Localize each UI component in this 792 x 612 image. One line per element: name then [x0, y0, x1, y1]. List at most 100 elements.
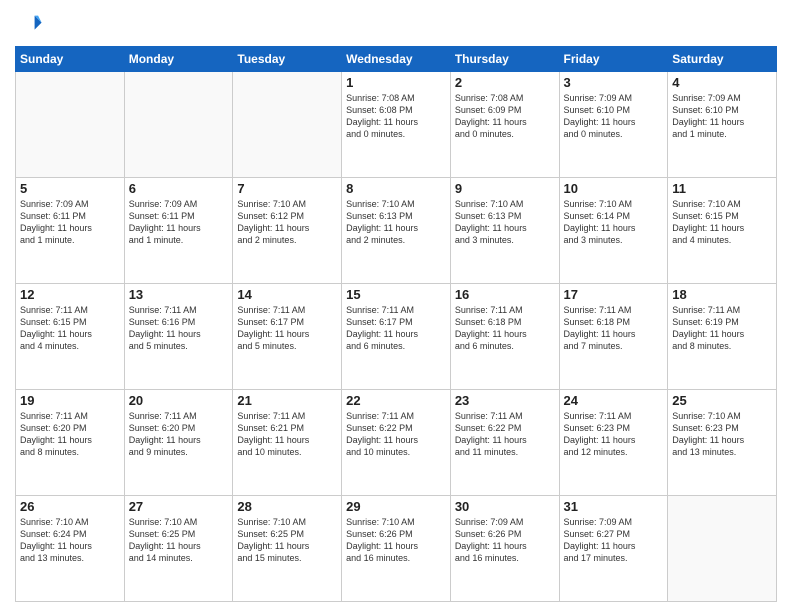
day-cell: 17 Sunrise: 7:11 AM Sunset: 6:18 PM Dayli…	[559, 284, 668, 390]
header	[15, 10, 777, 38]
day-header-thursday: Thursday	[450, 47, 559, 72]
day-cell: 6 Sunrise: 7:09 AM Sunset: 6:11 PM Daylig…	[124, 178, 233, 284]
day-number: 1	[346, 75, 446, 90]
day-number: 30	[455, 499, 555, 514]
day-info: Sunrise: 7:11 AM Sunset: 6:15 PM Dayligh…	[20, 304, 120, 353]
day-header-saturday: Saturday	[668, 47, 777, 72]
calendar-header-row: SundayMondayTuesdayWednesdayThursdayFrid…	[16, 47, 777, 72]
day-cell: 12 Sunrise: 7:11 AM Sunset: 6:15 PM Dayli…	[16, 284, 125, 390]
day-info: Sunrise: 7:11 AM Sunset: 6:20 PM Dayligh…	[129, 410, 229, 459]
day-info: Sunrise: 7:11 AM Sunset: 6:20 PM Dayligh…	[20, 410, 120, 459]
day-number: 19	[20, 393, 120, 408]
day-info: Sunrise: 7:11 AM Sunset: 6:22 PM Dayligh…	[455, 410, 555, 459]
calendar-table: SundayMondayTuesdayWednesdayThursdayFrid…	[15, 46, 777, 602]
day-number: 7	[237, 181, 337, 196]
day-cell	[124, 72, 233, 178]
day-number: 6	[129, 181, 229, 196]
day-cell: 23Sunrise: 7:11 AM Sunset: 6:22 PM Dayli…	[450, 390, 559, 496]
day-number: 12	[20, 287, 120, 302]
day-number: 18	[672, 287, 772, 302]
day-number: 5	[20, 181, 120, 196]
day-info: Sunrise: 7:11 AM Sunset: 6:18 PM Dayligh…	[564, 304, 664, 353]
day-cell: 24 Sunrise: 7:11 AM Sunset: 6:23 PM Dayli…	[559, 390, 668, 496]
day-cell: 15 Sunrise: 7:11 AM Sunset: 6:17 PM Dayli…	[342, 284, 451, 390]
day-header-tuesday: Tuesday	[233, 47, 342, 72]
day-info: Sunrise: 7:11 AM Sunset: 6:17 PM Dayligh…	[346, 304, 446, 353]
day-cell: 8 Sunrise: 7:10 AM Sunset: 6:13 PM Daylig…	[342, 178, 451, 284]
day-info: Sunrise: 7:09 AM Sunset: 6:11 PM Dayligh…	[20, 198, 120, 247]
day-info: Sunrise: 7:10 AM Sunset: 6:13 PM Dayligh…	[455, 198, 555, 247]
day-cell: 16 Sunrise: 7:11 AM Sunset: 6:18 PM Dayli…	[450, 284, 559, 390]
day-cell: 1Sunrise: 7:08 AM Sunset: 6:08 PM Daylig…	[342, 72, 451, 178]
day-number: 29	[346, 499, 446, 514]
day-number: 3	[564, 75, 664, 90]
day-info: Sunrise: 7:10 AM Sunset: 6:14 PM Dayligh…	[564, 198, 664, 247]
day-cell: 19 Sunrise: 7:11 AM Sunset: 6:20 PM Dayli…	[16, 390, 125, 496]
day-info: Sunrise: 7:11 AM Sunset: 6:23 PM Dayligh…	[564, 410, 664, 459]
day-number: 27	[129, 499, 229, 514]
day-info: Sunrise: 7:09 AM Sunset: 6:26 PM Dayligh…	[455, 516, 555, 565]
day-cell: 25 Sunrise: 7:10 AM Sunset: 6:23 PM Dayli…	[668, 390, 777, 496]
week-row-2: 12 Sunrise: 7:11 AM Sunset: 6:15 PM Dayli…	[16, 284, 777, 390]
day-number: 25	[672, 393, 772, 408]
day-info: Sunrise: 7:10 AM Sunset: 6:25 PM Dayligh…	[237, 516, 337, 565]
day-info: Sunrise: 7:08 AM Sunset: 6:09 PM Dayligh…	[455, 92, 555, 141]
day-number: 22	[346, 393, 446, 408]
day-info: Sunrise: 7:09 AM Sunset: 6:27 PM Dayligh…	[564, 516, 664, 565]
day-info: Sunrise: 7:10 AM Sunset: 6:25 PM Dayligh…	[129, 516, 229, 565]
day-number: 14	[237, 287, 337, 302]
day-cell: 5 Sunrise: 7:09 AM Sunset: 6:11 PM Daylig…	[16, 178, 125, 284]
day-header-friday: Friday	[559, 47, 668, 72]
day-cell: 20 Sunrise: 7:11 AM Sunset: 6:20 PM Dayli…	[124, 390, 233, 496]
day-cell: 14Sunrise: 7:11 AM Sunset: 6:17 PM Dayli…	[233, 284, 342, 390]
day-header-sunday: Sunday	[16, 47, 125, 72]
day-number: 2	[455, 75, 555, 90]
day-cell: 26 Sunrise: 7:10 AM Sunset: 6:24 PM Dayli…	[16, 496, 125, 602]
day-info: Sunrise: 7:10 AM Sunset: 6:24 PM Dayligh…	[20, 516, 120, 565]
day-number: 24	[564, 393, 664, 408]
day-cell: 2 Sunrise: 7:08 AM Sunset: 6:09 PM Daylig…	[450, 72, 559, 178]
day-number: 13	[129, 287, 229, 302]
day-number: 11	[672, 181, 772, 196]
day-info: Sunrise: 7:10 AM Sunset: 6:23 PM Dayligh…	[672, 410, 772, 459]
day-info: Sunrise: 7:11 AM Sunset: 6:16 PM Dayligh…	[129, 304, 229, 353]
day-header-monday: Monday	[124, 47, 233, 72]
day-cell: 27 Sunrise: 7:10 AM Sunset: 6:25 PM Dayli…	[124, 496, 233, 602]
day-info: Sunrise: 7:09 AM Sunset: 6:11 PM Dayligh…	[129, 198, 229, 247]
day-cell: 4Sunrise: 7:09 AM Sunset: 6:10 PM Daylig…	[668, 72, 777, 178]
day-info: Sunrise: 7:09 AM Sunset: 6:10 PM Dayligh…	[564, 92, 664, 141]
week-row-4: 26 Sunrise: 7:10 AM Sunset: 6:24 PM Dayli…	[16, 496, 777, 602]
day-header-wednesday: Wednesday	[342, 47, 451, 72]
day-info: Sunrise: 7:11 AM Sunset: 6:19 PM Dayligh…	[672, 304, 772, 353]
day-info: Sunrise: 7:11 AM Sunset: 6:21 PM Dayligh…	[237, 410, 337, 459]
day-cell: 10Sunrise: 7:10 AM Sunset: 6:14 PM Dayli…	[559, 178, 668, 284]
day-number: 17	[564, 287, 664, 302]
day-cell: 29 Sunrise: 7:10 AM Sunset: 6:26 PM Dayli…	[342, 496, 451, 602]
day-info: Sunrise: 7:11 AM Sunset: 6:18 PM Dayligh…	[455, 304, 555, 353]
day-number: 21	[237, 393, 337, 408]
day-number: 31	[564, 499, 664, 514]
day-number: 16	[455, 287, 555, 302]
page: SundayMondayTuesdayWednesdayThursdayFrid…	[0, 0, 792, 612]
day-number: 8	[346, 181, 446, 196]
logo-icon	[15, 10, 43, 38]
day-cell: 31 Sunrise: 7:09 AM Sunset: 6:27 PM Dayli…	[559, 496, 668, 602]
day-cell: 28Sunrise: 7:10 AM Sunset: 6:25 PM Dayli…	[233, 496, 342, 602]
day-number: 26	[20, 499, 120, 514]
day-number: 4	[672, 75, 772, 90]
logo	[15, 10, 47, 38]
day-number: 20	[129, 393, 229, 408]
day-cell: 21 Sunrise: 7:11 AM Sunset: 6:21 PM Dayli…	[233, 390, 342, 496]
day-cell: 3 Sunrise: 7:09 AM Sunset: 6:10 PM Daylig…	[559, 72, 668, 178]
day-cell: 13 Sunrise: 7:11 AM Sunset: 6:16 PM Dayli…	[124, 284, 233, 390]
week-row-3: 19 Sunrise: 7:11 AM Sunset: 6:20 PM Dayli…	[16, 390, 777, 496]
day-info: Sunrise: 7:10 AM Sunset: 6:15 PM Dayligh…	[672, 198, 772, 247]
day-cell: 18 Sunrise: 7:11 AM Sunset: 6:19 PM Dayli…	[668, 284, 777, 390]
day-number: 9	[455, 181, 555, 196]
day-cell: 30 Sunrise: 7:09 AM Sunset: 6:26 PM Dayli…	[450, 496, 559, 602]
day-info: Sunrise: 7:10 AM Sunset: 6:26 PM Dayligh…	[346, 516, 446, 565]
day-number: 15	[346, 287, 446, 302]
day-cell	[233, 72, 342, 178]
day-info: Sunrise: 7:10 AM Sunset: 6:13 PM Dayligh…	[346, 198, 446, 247]
day-cell: 7Sunrise: 7:10 AM Sunset: 6:12 PM Daylig…	[233, 178, 342, 284]
